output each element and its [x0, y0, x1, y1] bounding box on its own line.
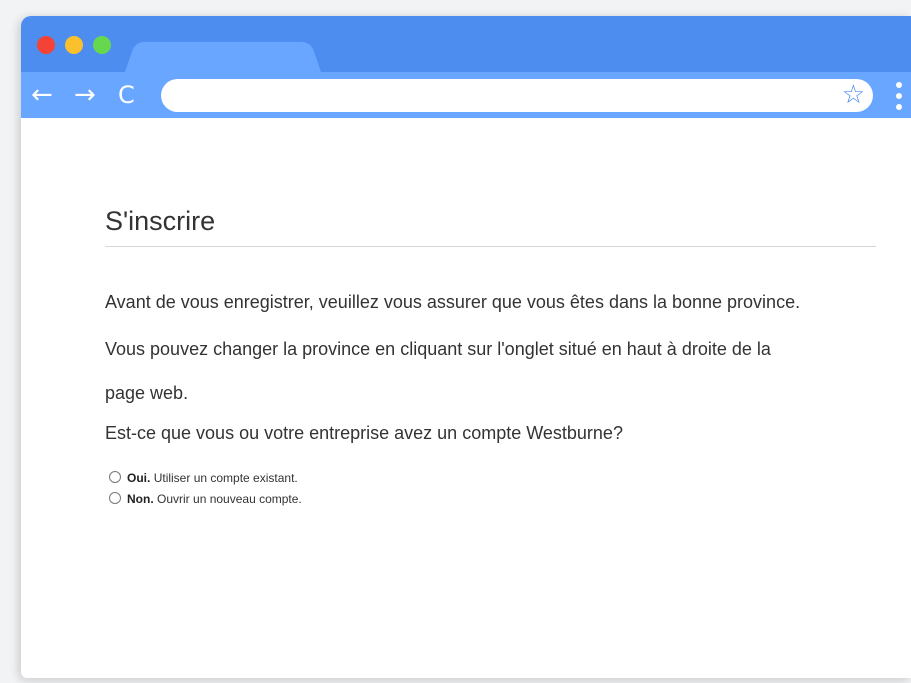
instruction-text: Avant de vous enregistrer, veuillez vous… [105, 292, 801, 312]
radio-existing-account[interactable] [109, 471, 121, 483]
option-description: Ouvrir un nouveau compte. [157, 492, 302, 506]
maximize-window-button[interactable] [93, 36, 111, 54]
browser-tab[interactable] [125, 41, 321, 72]
account-question: Est-ce que vous ou votre entreprise avez… [105, 423, 623, 443]
forward-arrow-icon[interactable]: → [74, 80, 96, 110]
minimize-window-button[interactable] [65, 36, 83, 54]
browser-menu-icon[interactable] [893, 80, 905, 112]
instruction-text: Vous pouvez changer la province en cliqu… [105, 339, 771, 359]
title-bar [21, 16, 911, 72]
option-description: Utiliser un compte existant. [153, 471, 298, 485]
title-divider [105, 246, 876, 247]
reload-icon[interactable]: C [118, 80, 135, 110]
browser-window: ← → C ☆ S'inscrire Avant de vous enregis… [21, 16, 911, 678]
instruction-text: page web. [105, 383, 189, 403]
address-bar[interactable]: ☆ [161, 79, 873, 112]
back-arrow-icon[interactable]: ← [31, 80, 53, 110]
page-title: S'inscrire [105, 206, 216, 236]
bookmark-star-icon[interactable]: ☆ [842, 80, 865, 110]
option-label: Oui. [127, 471, 151, 485]
radio-new-account[interactable] [109, 492, 121, 504]
close-window-button[interactable] [37, 36, 55, 54]
option-existing-account[interactable]: Oui. Utiliser un compte existant. [109, 471, 298, 489]
browser-toolbar: ← → C ☆ [21, 72, 911, 118]
page-content: S'inscrire Avant de vous enregistrer, ve… [21, 118, 911, 678]
option-label: Non. [127, 492, 154, 506]
option-new-account[interactable]: Non. Ouvrir un nouveau compte. [109, 492, 302, 510]
